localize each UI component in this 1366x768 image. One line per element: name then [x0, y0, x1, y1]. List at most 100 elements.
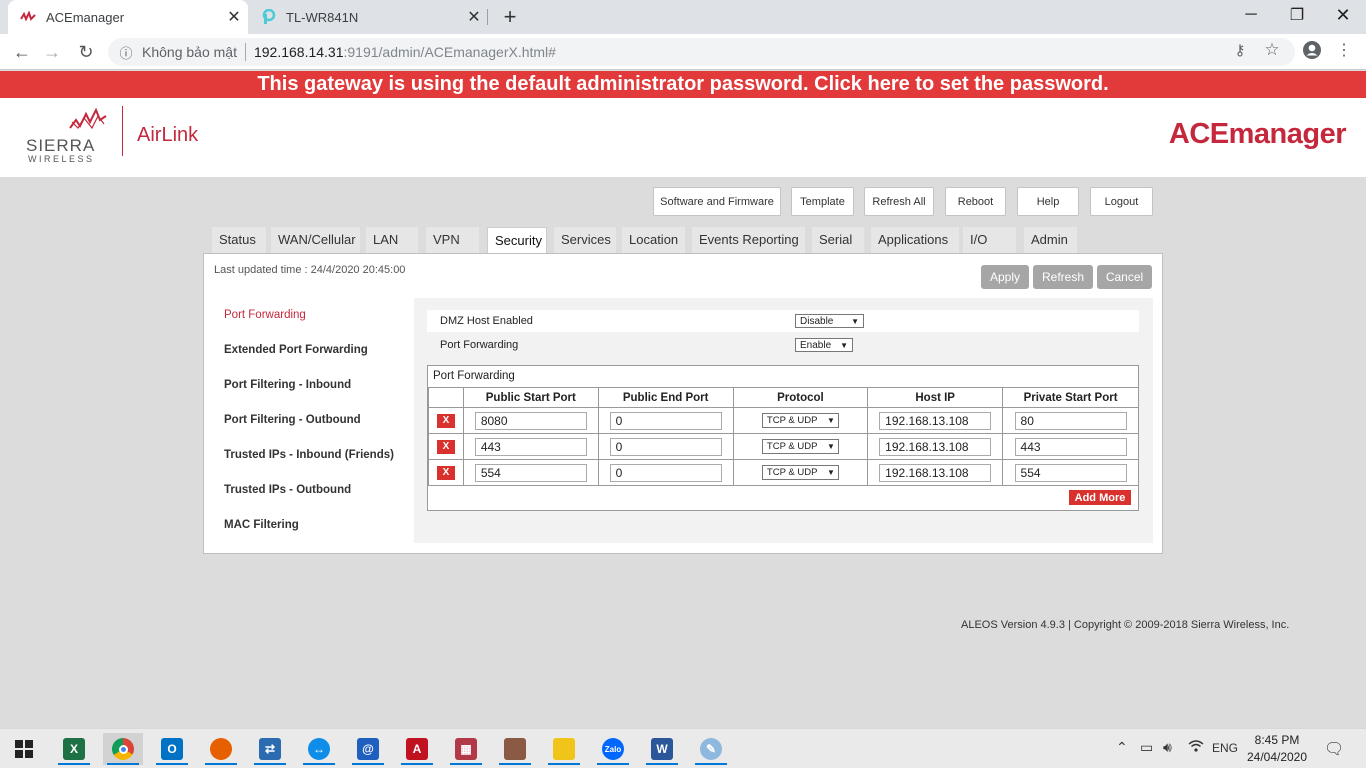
key-icon[interactable]: ⚷ [1228, 38, 1252, 62]
tab-io[interactable]: I/O [963, 227, 1016, 254]
windows-start-icon[interactable] [0, 729, 48, 768]
wifi-icon[interactable] [1188, 739, 1204, 753]
system-clock[interactable]: 8:45 PM 24/04/2020 [1244, 732, 1310, 766]
new-tab-icon[interactable]: + [496, 3, 524, 31]
file-explorer-icon[interactable] [544, 733, 584, 765]
public-start-port-input[interactable]: 8080 [474, 411, 587, 430]
help-button[interactable]: Help [1017, 187, 1079, 216]
tab-lan[interactable]: LAN [366, 227, 418, 254]
tab-applications[interactable]: Applications [871, 227, 959, 254]
tab-serial[interactable]: Serial [812, 227, 864, 254]
sidebar-item-trusted-ips-outbound[interactable]: Trusted IPs - Outbound [224, 484, 351, 496]
language-indicator[interactable]: ENG [1212, 741, 1238, 755]
column-header: Host IP [867, 387, 1004, 408]
menu-icon[interactable]: ⋮ [1332, 38, 1356, 62]
sidebar-item-extended-port-forwarding[interactable]: Extended Port Forwarding [224, 344, 368, 356]
autocad-icon[interactable]: A [397, 733, 437, 765]
volume-icon[interactable]: 🔊︎ [1163, 739, 1172, 756]
sidebar-item-mac-filtering[interactable]: MAC Filtering [224, 519, 299, 531]
back-icon[interactable]: ← [8, 38, 36, 66]
security-panel: Last updated time : 24/4/2020 20:45:00 A… [203, 253, 1163, 554]
close-tab-icon[interactable]: ✕ [220, 3, 248, 31]
remote-desktop-icon[interactable]: ⇄ [250, 733, 290, 765]
outlook-icon[interactable]: O [152, 733, 192, 765]
app-icon[interactable]: @ [348, 733, 388, 765]
minimize-icon[interactable]: ─ [1228, 0, 1274, 30]
port-forwarding-table-box: Port Forwarding Public Start Port Public… [427, 365, 1139, 511]
browser-tab-tl-wr841n[interactable]: TL-WR841N ✕ [250, 0, 488, 34]
private-start-port-input[interactable]: 443 [1014, 437, 1127, 456]
public-start-port-input[interactable]: 554 [474, 463, 587, 482]
forward-icon[interactable]: → [38, 38, 66, 66]
private-start-port-input[interactable]: 80 [1014, 411, 1127, 430]
address-bar[interactable]: ⓘ Không bảo mật 192.168.14.31:9191/admin… [108, 38, 1295, 66]
reboot-button[interactable]: Reboot [945, 187, 1006, 216]
browser-tab-acemanager[interactable]: ACEmanager ✕ [8, 0, 248, 34]
protocol-value: TCP & UDP [766, 441, 818, 452]
bookmark-star-icon[interactable]: ☆ [1260, 38, 1284, 62]
add-more-button[interactable]: Add More [1069, 490, 1131, 505]
tab-wan-cellular[interactable]: WAN/Cellular [271, 227, 360, 254]
dmz-host-select[interactable]: Disable ▼ [795, 314, 864, 328]
photo-app-icon[interactable]: ▦ [446, 733, 486, 765]
public-end-port-input[interactable]: 0 [609, 463, 722, 482]
template-button[interactable]: Template [791, 187, 854, 216]
dropdown-arrow-icon: ▼ [827, 468, 835, 477]
firefox-icon[interactable] [201, 733, 241, 765]
logout-button[interactable]: Logout [1090, 187, 1153, 216]
tab-events-reporting[interactable]: Events Reporting [692, 227, 805, 254]
cancel-button[interactable]: Cancel [1097, 265, 1152, 289]
tab-services[interactable]: Services [554, 227, 616, 254]
software-firmware-button[interactable]: Software and Firmware [653, 187, 781, 216]
tab-location[interactable]: Location [622, 227, 685, 254]
public-end-port-input[interactable]: 0 [609, 411, 722, 430]
battery-icon[interactable]: ▭ [1140, 739, 1153, 756]
profile-icon[interactable] [1300, 38, 1324, 62]
close-window-icon[interactable]: ✕ [1320, 0, 1366, 30]
protocol-select[interactable]: TCP & UDP ▼ [761, 413, 839, 428]
reload-icon[interactable]: ↻ [72, 38, 100, 66]
tplink-favicon-icon [260, 9, 276, 25]
sidebar-item-port-forwarding[interactable]: Port Forwarding [224, 309, 306, 321]
apply-button[interactable]: Apply [981, 265, 1029, 289]
private-start-port-input[interactable]: 554 [1014, 463, 1127, 482]
host-ip-input[interactable]: 192.168.13.108 [879, 437, 992, 456]
delete-row-button[interactable]: X [436, 439, 455, 454]
paint-icon[interactable]: ✎ [691, 733, 731, 765]
port-forwarding-select[interactable]: Enable ▼ [795, 338, 853, 352]
info-icon[interactable]: ⓘ [116, 42, 136, 62]
public-end-port-input[interactable]: 0 [609, 437, 722, 456]
teamviewer-icon[interactable]: ↔ [299, 733, 339, 765]
protocol-select[interactable]: TCP & UDP ▼ [761, 465, 839, 480]
tab-status[interactable]: Status [212, 227, 266, 254]
default-password-banner[interactable]: This gateway is using the default admini… [0, 71, 1366, 98]
delete-row-button[interactable]: X [436, 465, 455, 480]
windows-taskbar: X O ⇄ ↔ @ A ▦ Zalo W ✎ ⌃ ▭ 🔊︎ ENG 8:45 P… [0, 728, 1366, 768]
excel-icon[interactable]: X [54, 733, 94, 765]
delete-row-button[interactable]: X [436, 413, 455, 428]
browser-tab-title: ACEmanager [46, 9, 125, 25]
notification-icon[interactable]: 🗨︎ [1324, 739, 1344, 759]
public-start-port-input[interactable]: 443 [474, 437, 587, 456]
zalo-icon[interactable]: Zalo [593, 733, 633, 765]
tab-admin[interactable]: Admin [1024, 227, 1077, 254]
firefox-icon [210, 738, 232, 760]
chevron-up-icon[interactable]: ⌃ [1116, 739, 1128, 756]
browser-toolbar: ← → ↻ ⓘ Không bảo mật 192.168.14.31:9191… [0, 34, 1366, 70]
protocol-select[interactable]: TCP & UDP ▼ [761, 439, 839, 454]
host-ip-input[interactable]: 192.168.13.108 [879, 463, 992, 482]
word-icon[interactable]: W [642, 733, 682, 765]
refresh-button[interactable]: Refresh [1033, 265, 1093, 289]
chrome-icon[interactable] [103, 733, 143, 765]
host-ip-input[interactable]: 192.168.13.108 [879, 411, 992, 430]
sidebar-item-port-filtering-outbound[interactable]: Port Filtering - Outbound [224, 414, 361, 426]
logo-text-sierra: SIERRA [26, 136, 96, 155]
sidebar-item-trusted-ips-inbound[interactable]: Trusted IPs - Inbound (Friends) [224, 449, 394, 461]
sidebar-item-port-filtering-inbound[interactable]: Port Filtering - Inbound [224, 379, 351, 391]
restore-icon[interactable]: ❐ [1274, 0, 1320, 30]
close-tab-icon[interactable]: ✕ [460, 3, 488, 31]
tab-security[interactable]: Security [487, 227, 547, 255]
refresh-all-button[interactable]: Refresh All [864, 187, 934, 216]
game-icon[interactable] [495, 733, 535, 765]
tab-vpn[interactable]: VPN [426, 227, 479, 254]
